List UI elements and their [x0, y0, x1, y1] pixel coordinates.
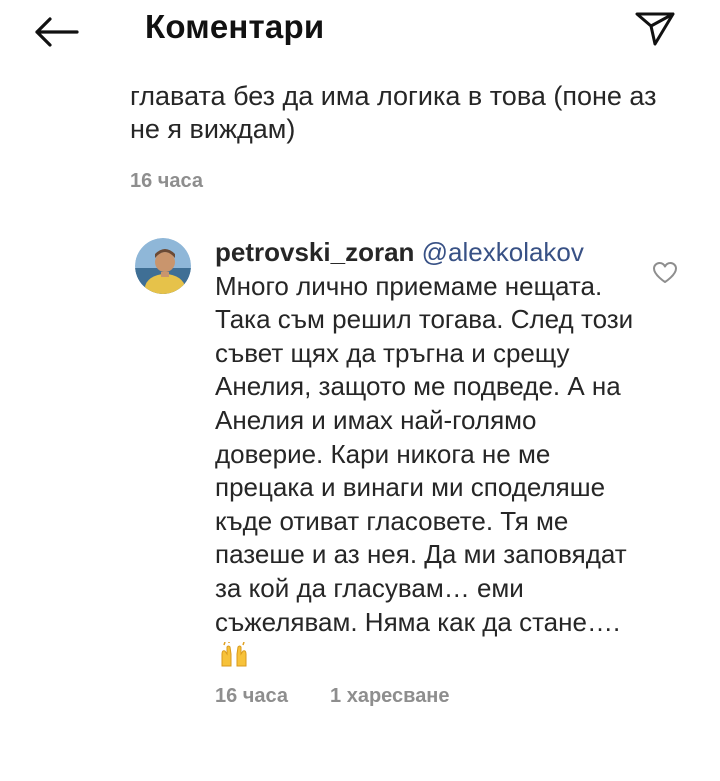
previous-comment-text: главата без да има логика в това (поне а… — [130, 81, 657, 144]
heart-outline-icon — [653, 262, 677, 283]
comment-text: petrovski_zoran @alexkolakov Много лично… — [215, 236, 635, 673]
comment-username[interactable]: petrovski_zoran — [215, 237, 414, 267]
raising-hands-emoji — [221, 642, 247, 667]
avatar[interactable] — [135, 238, 191, 294]
comment-likes[interactable]: 1 харесване — [330, 685, 449, 708]
arrow-left-icon — [35, 17, 79, 47]
comment-mention[interactable]: @alexkolakov — [422, 237, 584, 267]
comment-body: petrovski_zoran @alexkolakov Много лично… — [215, 236, 635, 708]
back-button[interactable] — [30, 12, 82, 52]
comment-time: 16 часа — [215, 684, 289, 707]
paper-plane-icon — [635, 12, 675, 46]
previous-comment: главата без да има логика в това (поне а… — [130, 80, 690, 193]
previous-comment-time: 16 часа — [130, 170, 204, 192]
page-title: Коментари — [145, 8, 325, 45]
comment-meta: 16 часа 1 харесване — [215, 685, 635, 708]
avatar-image — [135, 238, 191, 294]
top-bar: Коментари — [0, 0, 720, 60]
like-button[interactable] — [648, 258, 682, 288]
share-button[interactable] — [630, 8, 680, 50]
comment-message: Много лично приемаме нещата. Така съм ре… — [215, 270, 634, 637]
